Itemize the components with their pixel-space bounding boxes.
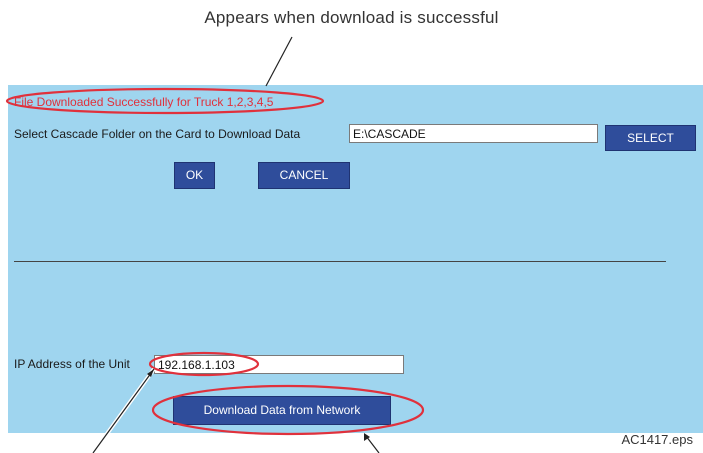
download-callout-line [365,435,380,453]
callout-overlay [5,36,425,453]
download-highlight-ellipse [151,384,425,436]
figure-id-label: AC1417.eps [621,432,693,447]
status-highlight-ellipse [5,87,325,115]
ip-callout-line [92,368,155,453]
ip-highlight-ellipse [148,351,260,377]
top-callout-line [265,36,293,87]
